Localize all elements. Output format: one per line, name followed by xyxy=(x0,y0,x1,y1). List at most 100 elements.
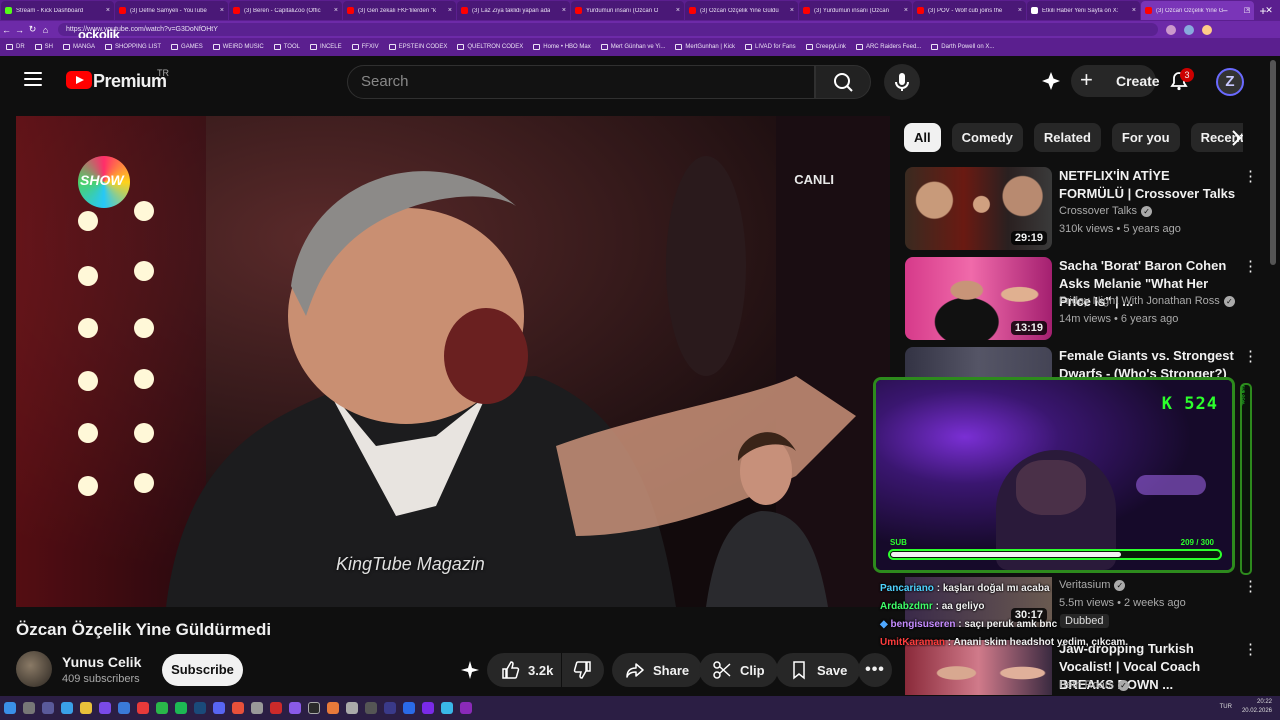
sidebar-scrollbar[interactable] xyxy=(1270,60,1276,265)
bookmark-item[interactable]: ARC Raiders Feed... xyxy=(855,44,921,50)
video-player[interactable]: SHOW CANLI KingTube Magazin xyxy=(16,116,890,607)
app-icon[interactable] xyxy=(99,702,111,714)
close-tab-icon[interactable]: × xyxy=(790,7,794,14)
bookmark-item[interactable]: LIVAD for Fans xyxy=(745,44,796,50)
recommendation-title[interactable]: Female Giants vs. Strongest Dwarfs - (Wh… xyxy=(1059,347,1237,377)
photoshop-icon[interactable] xyxy=(403,702,415,714)
app-icon[interactable] xyxy=(441,702,453,714)
close-tab-icon[interactable]: × xyxy=(676,7,680,14)
xbox-icon[interactable] xyxy=(156,702,168,714)
more-actions-button[interactable]: ••• xyxy=(858,653,892,687)
forward-icon[interactable]: → xyxy=(13,25,26,35)
browser-icon[interactable] xyxy=(460,702,472,714)
recommendation-item[interactable]: 13:19 Sacha 'Borat' Baron Cohen Asks Mel… xyxy=(905,257,1275,341)
logo-text[interactable]: Premium xyxy=(93,71,167,92)
bookmark-item[interactable]: WEIRD MUSIC xyxy=(212,44,264,50)
recommendation-channel[interactable]: Crossover Talks ✓ xyxy=(1059,205,1153,217)
chevron-right-icon[interactable] xyxy=(1226,128,1246,148)
close-tab-icon[interactable]: × xyxy=(106,7,110,14)
maximize-button[interactable]: □ xyxy=(1236,0,1258,20)
bookmark-item[interactable]: GAMES xyxy=(171,44,203,50)
bookmark-item[interactable]: CreepyLink xyxy=(805,44,846,50)
chip-for-you[interactable]: For you xyxy=(1111,123,1180,152)
folder-icon[interactable] xyxy=(80,702,92,714)
clock[interactable]: 20:22 20.02.2026 xyxy=(1242,698,1272,716)
close-tab-icon[interactable]: × xyxy=(1132,7,1136,14)
minimize-button[interactable]: – xyxy=(1214,0,1236,20)
dislike-button[interactable] xyxy=(562,653,604,687)
bookmark-item[interactable]: INCELE xyxy=(309,44,342,50)
bookmark-item[interactable]: QUELTRON CODEX xyxy=(457,44,523,50)
start-icon[interactable] xyxy=(4,702,16,714)
task-view-icon[interactable] xyxy=(42,702,54,714)
extension-icon[interactable] xyxy=(1166,24,1176,35)
app-icon[interactable] xyxy=(289,702,301,714)
browser-tab[interactable]: Stream - Kick Dashboard × xyxy=(1,1,114,20)
browser-tab[interactable]: (3) Yurdumun insanı (Özcan × xyxy=(799,1,912,20)
extension-icon[interactable] xyxy=(1184,24,1194,35)
save-button[interactable]: Save xyxy=(776,653,861,687)
close-tab-icon[interactable]: × xyxy=(904,7,908,14)
bookmark-item[interactable]: TOOL xyxy=(273,44,300,50)
account-avatar[interactable]: Z xyxy=(1216,68,1244,96)
app-icon[interactable] xyxy=(327,702,339,714)
subscribe-button[interactable]: Subscribe xyxy=(162,654,243,686)
chip-related[interactable]: Related xyxy=(1033,123,1101,152)
channel-name[interactable]: Yunus Celik xyxy=(62,654,141,670)
app-icon[interactable] xyxy=(251,702,263,714)
ask-ai-icon[interactable] xyxy=(1040,70,1062,92)
app-icon[interactable] xyxy=(118,702,130,714)
premiere-icon[interactable] xyxy=(384,702,396,714)
search-button[interactable] xyxy=(815,65,871,99)
steam-icon[interactable] xyxy=(194,702,206,714)
browser-tab[interactable]: (3) Laz Ziya taklidi yapan ada × xyxy=(457,1,570,20)
share-button[interactable]: Share xyxy=(612,653,703,687)
close-tab-icon[interactable]: × xyxy=(562,7,566,14)
ask-button[interactable] xyxy=(453,653,487,687)
more-vertical-icon[interactable]: ⋮ xyxy=(1243,640,1258,658)
keyboard-language[interactable]: TUR xyxy=(1220,703,1232,712)
channel-avatar[interactable] xyxy=(16,651,52,687)
discord-icon[interactable] xyxy=(213,702,225,714)
reload-icon[interactable]: ↻ xyxy=(26,24,39,35)
app-icon[interactable] xyxy=(61,702,73,714)
app-icon[interactable] xyxy=(232,702,244,714)
recommendation-item[interactable]: Female Giants vs. Strongest Dwarfs - (Wh… xyxy=(905,347,1275,377)
close-window-button[interactable]: ✕ xyxy=(1258,0,1280,20)
browser-tab[interactable]: Etkili Haber Yeni Sayfa on X: × xyxy=(1027,1,1140,20)
recommendation-channel[interactable]: Beth Roars ✓ xyxy=(1059,679,1130,691)
bookmark-item[interactable]: SHOPPING LIST xyxy=(105,44,161,50)
video-thumbnail[interactable] xyxy=(905,347,1052,377)
more-vertical-icon[interactable]: ⋮ xyxy=(1243,577,1258,595)
app-icon[interactable] xyxy=(365,702,377,714)
like-button[interactable]: 3.2k xyxy=(487,653,561,687)
more-vertical-icon[interactable]: ⋮ xyxy=(1243,167,1258,185)
bookmark-item[interactable]: DR xyxy=(6,44,25,50)
app-icon[interactable] xyxy=(422,702,434,714)
close-tab-icon[interactable]: × xyxy=(448,7,452,14)
video-thumbnail[interactable]: 29:19 xyxy=(905,167,1052,250)
url-field[interactable]: https://www.youtube.com/watch?v=G3DoNfOH… xyxy=(58,23,1158,36)
app-icon[interactable] xyxy=(137,702,149,714)
voice-search-button[interactable] xyxy=(884,64,920,100)
recommendation-channel[interactable]: Friday Night With Jonathan Ross ✓ xyxy=(1059,295,1235,307)
search-icon[interactable] xyxy=(23,702,35,714)
profile-icon[interactable] xyxy=(1202,24,1212,35)
recommendation-title[interactable]: NETFLIX'İN ATİYE FORMÜLÜ | Crossover Tal… xyxy=(1059,167,1237,203)
back-icon[interactable]: ← xyxy=(0,25,13,35)
close-tab-icon[interactable]: × xyxy=(220,7,224,14)
search-input[interactable]: Search xyxy=(347,65,815,99)
browser-tab[interactable]: (3) Beren - CapitaliZoo (Offic × xyxy=(229,1,342,20)
bookmark-item[interactable]: MANGA xyxy=(63,44,95,50)
close-tab-icon[interactable]: × xyxy=(334,7,338,14)
browser-tab[interactable]: (3) Özcan Özçelik Yine Güldü × xyxy=(685,1,798,20)
bookmark-item[interactable]: Darth Powell on X... xyxy=(931,44,994,50)
menu-icon[interactable] xyxy=(24,72,42,86)
spotify-icon[interactable] xyxy=(175,702,187,714)
chip-comedy[interactable]: Comedy xyxy=(951,123,1023,152)
obs-icon[interactable] xyxy=(308,702,320,714)
video-thumbnail[interactable]: 13:19 xyxy=(905,257,1052,340)
bookmark-item[interactable]: SH xyxy=(34,44,53,50)
bookmark-item[interactable]: MertGunhan | Kick xyxy=(675,44,735,50)
browser-tab[interactable]: Yurdumun insanı (Özcan Ö × xyxy=(571,1,684,20)
